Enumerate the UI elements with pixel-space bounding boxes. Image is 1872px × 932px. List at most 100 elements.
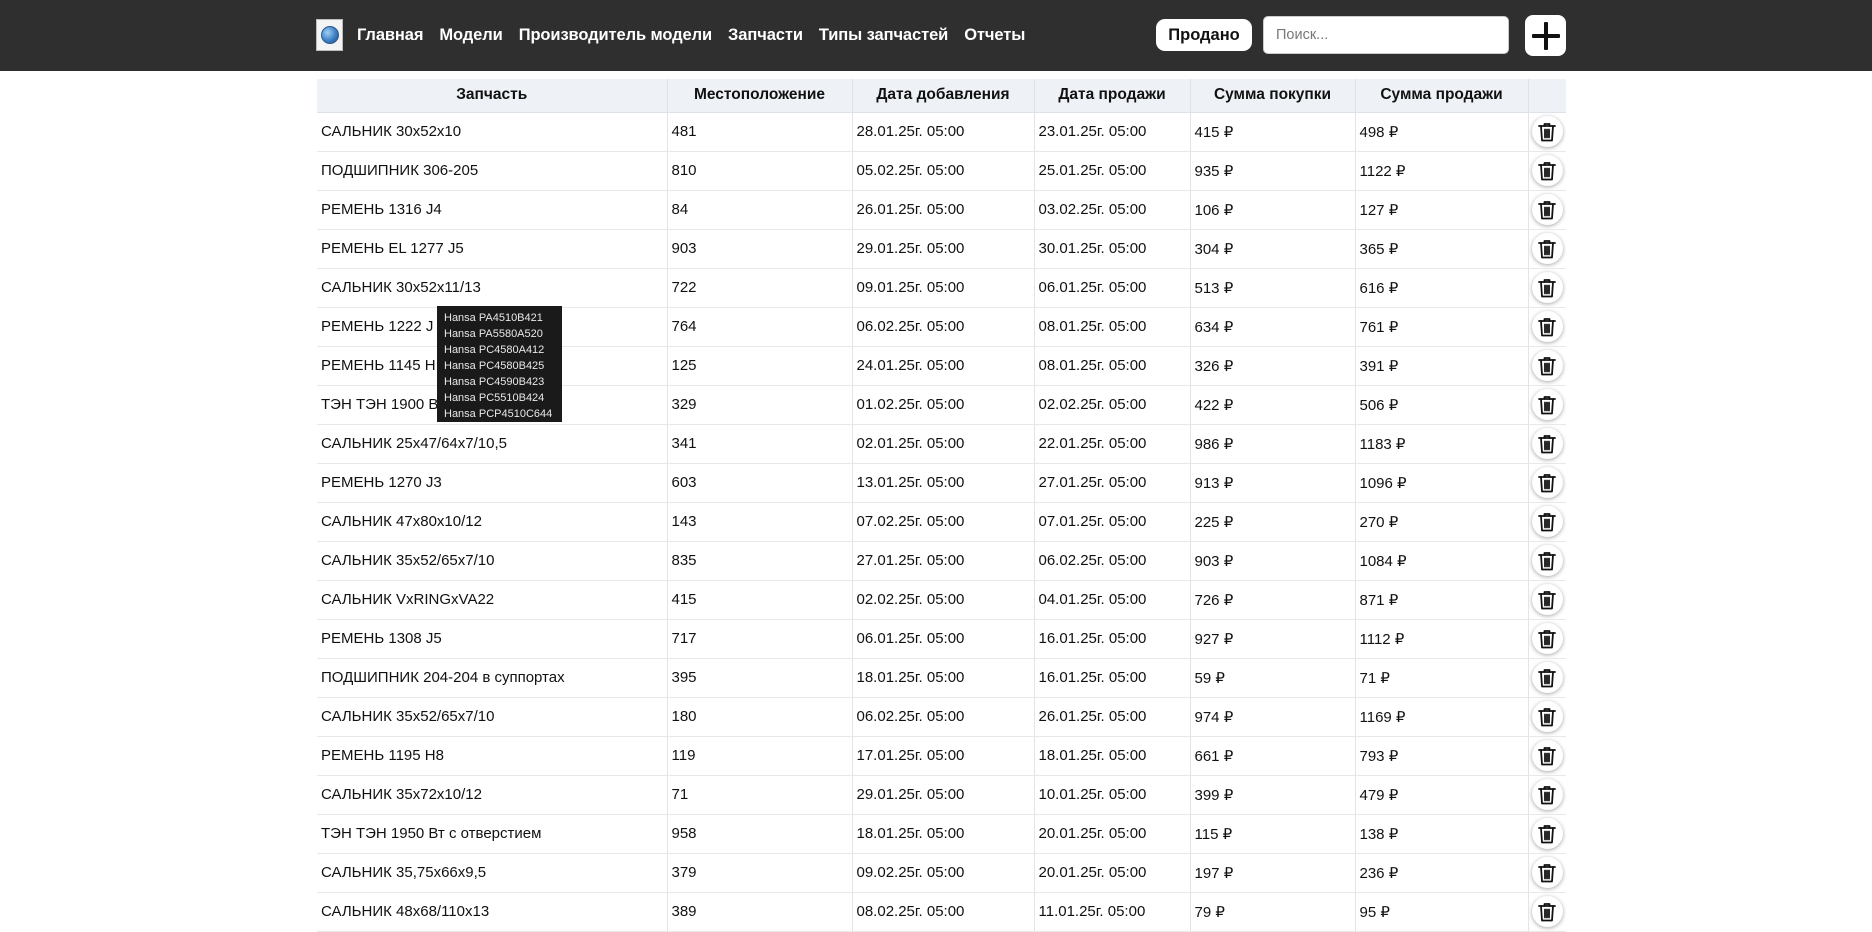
delete-button[interactable] <box>1531 116 1563 147</box>
table-cell: 935 ₽ <box>1190 151 1356 191</box>
table-row[interactable]: САЛЬНИК 25x47/64x7/10,5 341 02.01.25г. 05:… <box>317 424 1566 464</box>
delete-button[interactable] <box>1531 194 1563 225</box>
table-cell: 119 <box>667 736 853 776</box>
delete-button[interactable] <box>1531 467 1563 498</box>
table-row[interactable]: РЕМЕНЬ 1316 J4 84 26.01.25г. 05:00 03.02.25… <box>317 190 1566 230</box>
table-cell: 26.01.25г. 05:00 <box>852 190 1035 230</box>
table-cell: 27.01.25г. 05:00 <box>852 541 1035 581</box>
trash-icon <box>1538 668 1557 688</box>
delete-button[interactable] <box>1531 896 1563 927</box>
table-cell: 01.02.25г. 05:00 <box>852 385 1035 425</box>
table-cell: 927 ₽ <box>1190 619 1356 659</box>
delete-button[interactable] <box>1531 584 1563 615</box>
table-cell-actions <box>1528 151 1566 191</box>
table-row[interactable]: САЛЬНИК 30x52x10 481 28.01.25г. 05:00 23.01… <box>317 112 1566 152</box>
table-row[interactable]: САЛЬНИК 30x52x11/13 722 09.01.25г. 05:00 06… <box>317 268 1566 308</box>
table-cell: 29.01.25г. 05:00 <box>852 229 1035 269</box>
table-row[interactable]: САЛЬНИК VxRINGxVA22 415 02.02.25г. 05:00 04… <box>317 580 1566 620</box>
table-row[interactable]: ПОДШИПНИК 306-205 810 05.02.25г. 05:00 25.0… <box>317 151 1566 191</box>
delete-button[interactable] <box>1531 740 1563 771</box>
table-cell: 717 <box>667 619 853 659</box>
trash-icon <box>1538 512 1557 532</box>
table-cell: 138 ₽ <box>1355 814 1529 854</box>
table-cell: 08.01.25г. 05:00 <box>1034 346 1191 386</box>
trash-icon <box>1538 122 1557 142</box>
table-row[interactable]: САЛЬНИК 35x72x10/12 71 29.01.25г. 05:00 10.… <box>317 775 1566 815</box>
table-cell: 793 ₽ <box>1355 736 1529 776</box>
nav-link[interactable]: Модели <box>439 26 502 45</box>
nav-link[interactable]: Главная <box>357 26 424 45</box>
table-row[interactable]: ТЭН ТЭН 1950 Вт с отверстием 958 18.01.25г… <box>317 814 1566 854</box>
sold-button[interactable]: Продано <box>1156 19 1252 51</box>
table-cell: 810 <box>667 151 853 191</box>
delete-button[interactable] <box>1531 389 1563 420</box>
table-cell: 986 ₽ <box>1190 424 1356 464</box>
trash-icon <box>1538 356 1557 376</box>
nav-link[interactable]: Производитель модели <box>519 26 712 45</box>
table-row[interactable]: САЛЬНИК 47x80x10/12 143 07.02.25г. 05:00 07… <box>317 502 1566 542</box>
table-cell: 913 ₽ <box>1190 463 1356 503</box>
table-cell: 236 ₽ <box>1355 853 1529 893</box>
delete-button[interactable] <box>1531 311 1563 342</box>
trash-icon <box>1538 785 1557 805</box>
delete-button[interactable] <box>1531 428 1563 459</box>
delete-button[interactable] <box>1531 233 1563 264</box>
logo-icon[interactable] <box>316 19 343 51</box>
table-cell: 18.01.25г. 05:00 <box>852 658 1035 698</box>
table-cell: 1183 ₽ <box>1355 424 1529 464</box>
table-row[interactable]: РЕМЕНЬ 1308 J5 717 06.01.25г. 05:00 16.01.2… <box>317 619 1566 659</box>
table-row[interactable]: РЕМЕНЬ EL 1277 J5 903 29.01.25г. 05:00 30.0… <box>317 229 1566 269</box>
tooltip-item: Hansa PC4590B423 <box>444 376 545 388</box>
table-cell-actions <box>1528 307 1566 347</box>
delete-button[interactable] <box>1531 506 1563 537</box>
nav-link[interactable]: Запчасти <box>728 26 803 45</box>
table-row[interactable]: РЕМЕНЬ 1270 J3 603 13.01.25г. 05:00 27.01.2… <box>317 463 1566 503</box>
add-button[interactable] <box>1525 15 1566 56</box>
table-cell: САЛЬНИК 25x47/64x7/10,5 <box>317 424 668 464</box>
table-row[interactable]: ПОДШИПНИК 204-204 в суппортах 395 18.01.25… <box>317 658 1566 698</box>
delete-button[interactable] <box>1531 818 1563 849</box>
column-actions[interactable] <box>1528 79 1566 113</box>
column-purchase-sum[interactable]: Сумма покупки <box>1190 79 1356 113</box>
trash-icon <box>1538 629 1557 649</box>
delete-button[interactable] <box>1531 350 1563 381</box>
table-cell: 29.01.25г. 05:00 <box>852 775 1035 815</box>
delete-button[interactable] <box>1531 545 1563 576</box>
table-cell: 16.01.25г. 05:00 <box>1034 619 1191 659</box>
column-sale-sum[interactable]: Сумма продажи <box>1355 79 1529 113</box>
table-cell: РЕМЕНЬ EL 1277 J5 <box>317 229 668 269</box>
table-row[interactable]: САЛЬНИК 35x52/65x7/10 180 06.02.25г. 05:00… <box>317 697 1566 737</box>
table-row[interactable]: РЕМЕНЬ 1195 H8 119 17.01.25г. 05:00 18.01.2… <box>317 736 1566 776</box>
trash-icon <box>1538 551 1557 571</box>
column-part[interactable]: Запчасть <box>317 79 668 113</box>
column-date-added[interactable]: Дата добавления <box>852 79 1035 113</box>
table-cell: 06.01.25г. 05:00 <box>852 619 1035 659</box>
nav-link[interactable]: Типы запчастей <box>819 26 948 45</box>
table-cell: 02.02.25г. 05:00 <box>852 580 1035 620</box>
delete-button[interactable] <box>1531 272 1563 303</box>
tooltip-item: Hansa PC5510B424 <box>444 392 545 404</box>
table-row[interactable]: САЛЬНИК 35x52/65x7/10 835 27.01.25г. 05:00… <box>317 541 1566 581</box>
table-cell: ПОДШИПНИК 204-204 в суппортах <box>317 658 668 698</box>
column-date-sold[interactable]: Дата продажи <box>1034 79 1191 113</box>
table-cell: 415 ₽ <box>1190 112 1356 152</box>
table-row[interactable]: САЛЬНИК 35,75x66x9,5 379 09.02.25г. 05:00 2… <box>317 853 1566 893</box>
table-cell: 22.01.25г. 05:00 <box>1034 424 1191 464</box>
table-cell: 71 ₽ <box>1355 658 1529 698</box>
nav-link[interactable]: Отчеты <box>964 26 1025 45</box>
delete-button[interactable] <box>1531 662 1563 693</box>
trash-icon <box>1538 278 1557 298</box>
delete-button[interactable] <box>1531 623 1563 654</box>
table-cell: РЕМЕНЬ 1270 J3 <box>317 463 668 503</box>
column-location[interactable]: Местоположение <box>667 79 853 113</box>
table-cell: 634 ₽ <box>1190 307 1356 347</box>
delete-button[interactable] <box>1531 857 1563 888</box>
delete-button[interactable] <box>1531 155 1563 186</box>
table-cell: 835 <box>667 541 853 581</box>
table-row[interactable]: САЛЬНИК 48x68/110x13 389 08.02.25г. 05:00 1… <box>317 892 1566 932</box>
delete-button[interactable] <box>1531 779 1563 810</box>
delete-button[interactable] <box>1531 701 1563 732</box>
table-cell: 115 ₽ <box>1190 814 1356 854</box>
search-input[interactable] <box>1263 16 1509 54</box>
table-cell: 02.02.25г. 05:00 <box>1034 385 1191 425</box>
